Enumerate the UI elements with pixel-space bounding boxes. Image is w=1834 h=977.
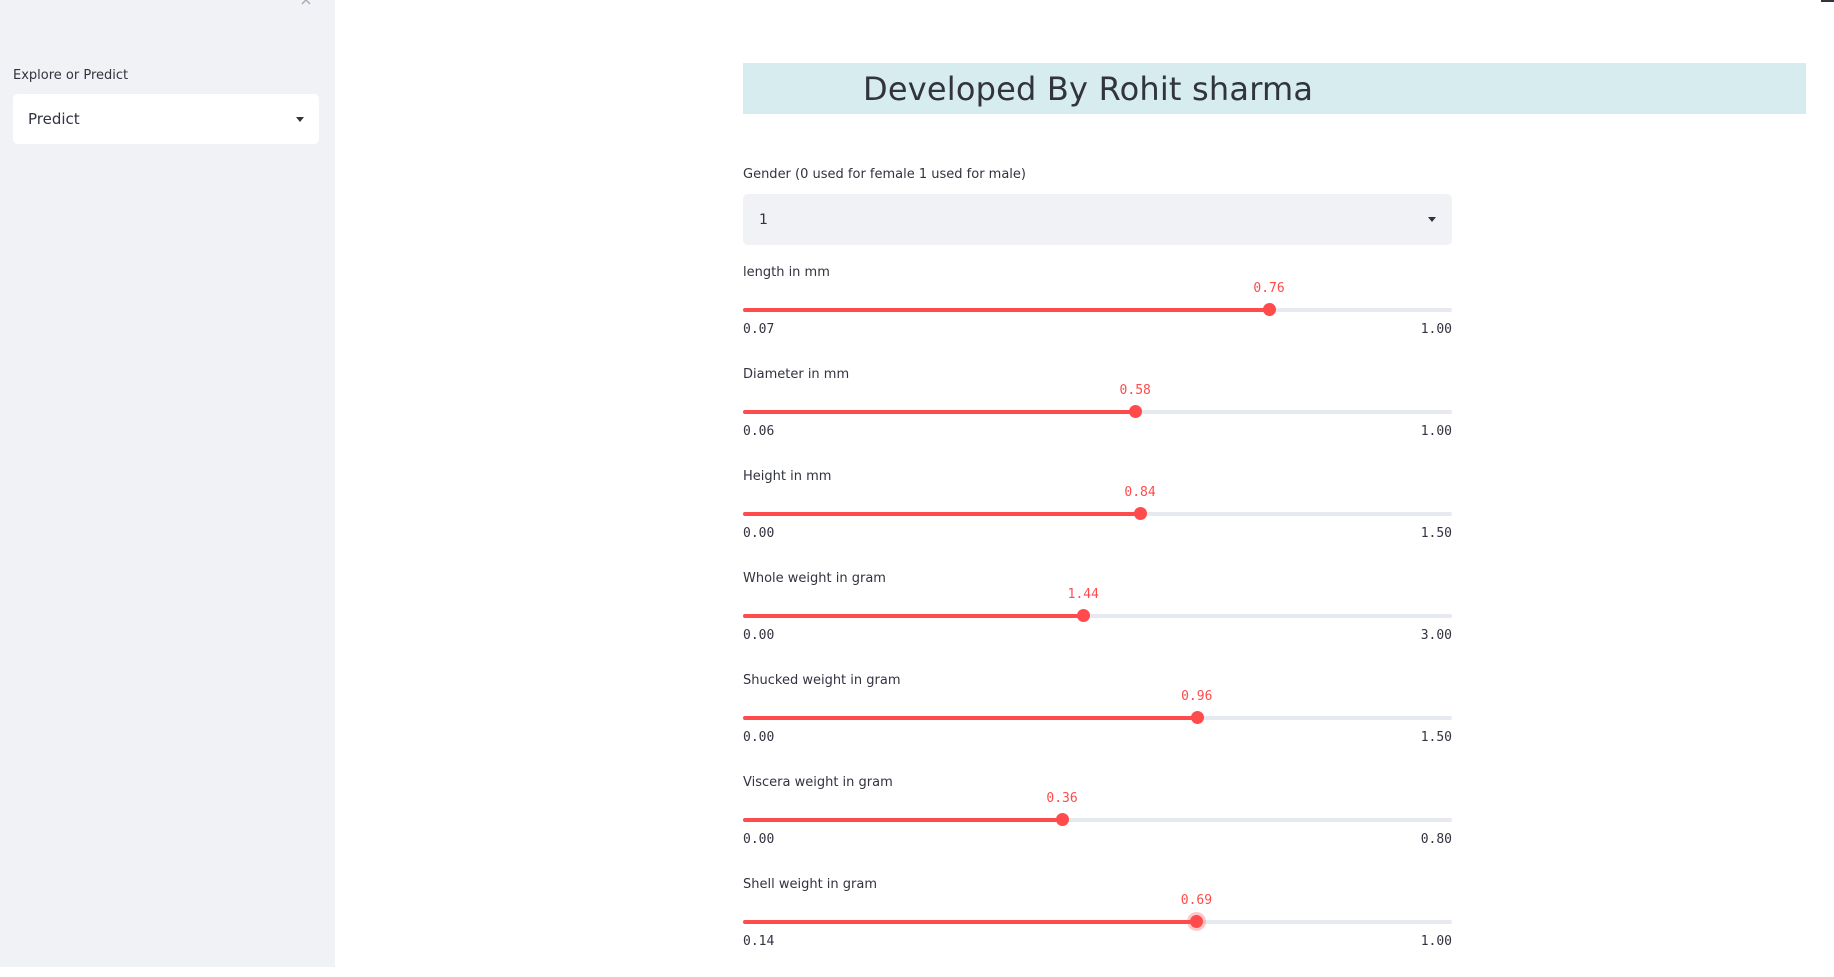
- slider-thumb[interactable]: [1190, 915, 1204, 928]
- page-title: Developed By Rohit sharma: [863, 70, 1314, 108]
- slider-label: Shell weight in gram: [743, 877, 878, 892]
- slider-max-value: 1.00: [1420, 934, 1452, 949]
- title-banner: Developed By Rohit sharma: [743, 63, 1806, 114]
- slider-max-value: 0.80: [1420, 832, 1452, 847]
- slider-min-value: 0.00: [743, 628, 775, 643]
- slider-whole-weight-in-gram: Whole weight in gram 1.44 0.00 3.00: [743, 571, 1452, 671]
- slider-fill: [743, 512, 1141, 516]
- slider-height-in-mm: Height in mm 0.84 0.00 1.50: [743, 469, 1452, 569]
- slider-viscera-weight-in-gram: Viscera weight in gram 0.36 0.00 0.80: [743, 775, 1452, 875]
- slider-track[interactable]: [743, 410, 1452, 414]
- slider-label: Whole weight in gram: [743, 571, 886, 586]
- slider-max-value: 1.50: [1420, 730, 1452, 745]
- slider-min-value: 0.07: [743, 322, 775, 337]
- slider-fill: [743, 818, 1063, 822]
- slider-current-value: 0.36: [1046, 791, 1078, 806]
- slider-thumb[interactable]: [1263, 303, 1277, 316]
- slider-label: length in mm: [743, 265, 830, 280]
- slider-max-value: 1.00: [1420, 322, 1452, 337]
- slider-track[interactable]: [743, 818, 1452, 822]
- toolbar-edge-mark: [1821, 0, 1834, 2]
- slider-label: Shucked weight in gram: [743, 673, 901, 688]
- slider-min-value: 0.14: [743, 934, 775, 949]
- gender-select[interactable]: 1: [743, 194, 1452, 245]
- slider-track[interactable]: [743, 308, 1452, 312]
- slider-thumb[interactable]: [1056, 813, 1070, 826]
- slider-fill: [743, 716, 1197, 720]
- slider-fill: [743, 410, 1136, 414]
- slider-max-value: 3.00: [1420, 628, 1452, 643]
- slider-min-value: 0.00: [743, 832, 775, 847]
- slider-length-in-mm: length in mm 0.76 0.07 1.00: [743, 265, 1452, 365]
- slider-shell-weight-in-gram: Shell weight in gram 0.69 0.14 1.00: [743, 877, 1452, 977]
- slider-track[interactable]: [743, 512, 1452, 516]
- slider-max-value: 1.50: [1420, 526, 1452, 541]
- slider-min-value: 0.00: [743, 526, 775, 541]
- slider-current-value: 0.96: [1181, 689, 1213, 704]
- slider-current-value: 0.76: [1253, 281, 1285, 296]
- slider-shucked-weight-in-gram: Shucked weight in gram 0.96 0.00 1.50: [743, 673, 1452, 773]
- slider-label: Viscera weight in gram: [743, 775, 893, 790]
- sidebar: × Explore or Predict Predict: [0, 0, 335, 967]
- slider-fill: [743, 920, 1197, 924]
- slider-thumb[interactable]: [1077, 609, 1091, 622]
- slider-min-value: 0.06: [743, 424, 775, 439]
- slider-min-value: 0.00: [743, 730, 775, 745]
- slider-fill: [743, 614, 1084, 618]
- slider-current-value: 0.58: [1119, 383, 1151, 398]
- close-icon[interactable]: ×: [297, 0, 315, 9]
- slider-current-value: 1.44: [1067, 587, 1099, 602]
- slider-current-value: 0.69: [1180, 893, 1213, 908]
- mode-select-value: Predict: [28, 110, 80, 128]
- slider-current-value: 0.84: [1124, 485, 1156, 500]
- slider-track[interactable]: [743, 716, 1452, 720]
- slider-label: Diameter in mm: [743, 367, 850, 382]
- slider-max-value: 1.00: [1420, 424, 1452, 439]
- chevron-down-icon: [1428, 217, 1436, 222]
- gender-select-value: 1: [759, 211, 768, 228]
- slider-thumb[interactable]: [1129, 405, 1143, 418]
- gender-select-label: Gender (0 used for female 1 used for mal…: [743, 167, 1026, 182]
- slider-thumb[interactable]: [1134, 507, 1148, 520]
- mode-select-label: Explore or Predict: [13, 68, 129, 83]
- mode-select[interactable]: Predict: [13, 94, 319, 144]
- slider-track[interactable]: [743, 614, 1452, 618]
- slider-track[interactable]: [743, 920, 1452, 924]
- slider-diameter-in-mm: Diameter in mm 0.58 0.06 1.00: [743, 367, 1452, 467]
- slider-label: Height in mm: [743, 469, 832, 484]
- chevron-down-icon: [296, 116, 304, 122]
- slider-fill: [743, 308, 1270, 312]
- slider-thumb[interactable]: [1190, 711, 1204, 724]
